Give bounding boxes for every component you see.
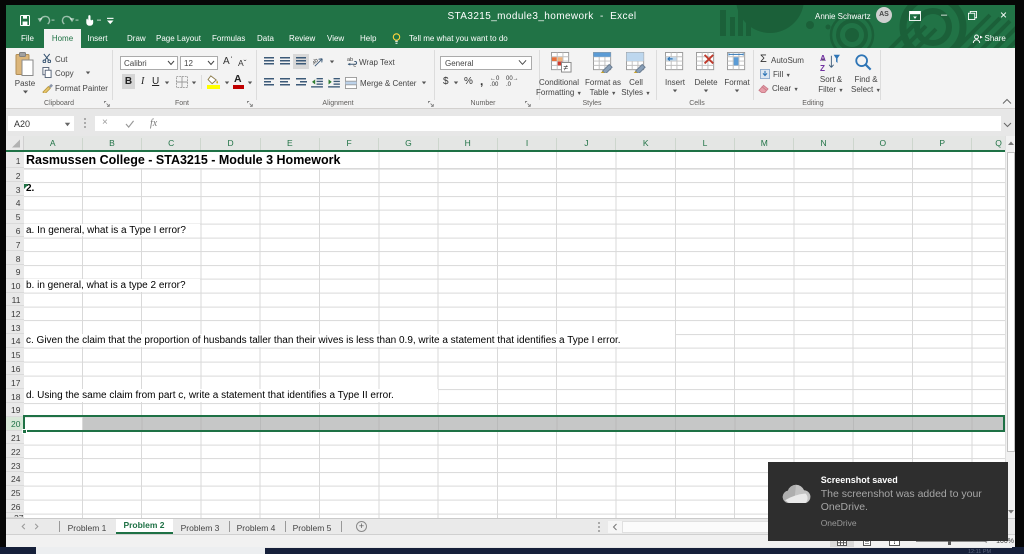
svg-text:≠: ≠ [563,63,568,73]
svg-text:A: A [820,54,826,63]
svg-text:c: c [353,63,356,67]
svg-text:ab: ab [347,57,353,63]
svg-text:Z: Z [820,64,825,72]
svg-text:ab: ab [313,57,320,66]
